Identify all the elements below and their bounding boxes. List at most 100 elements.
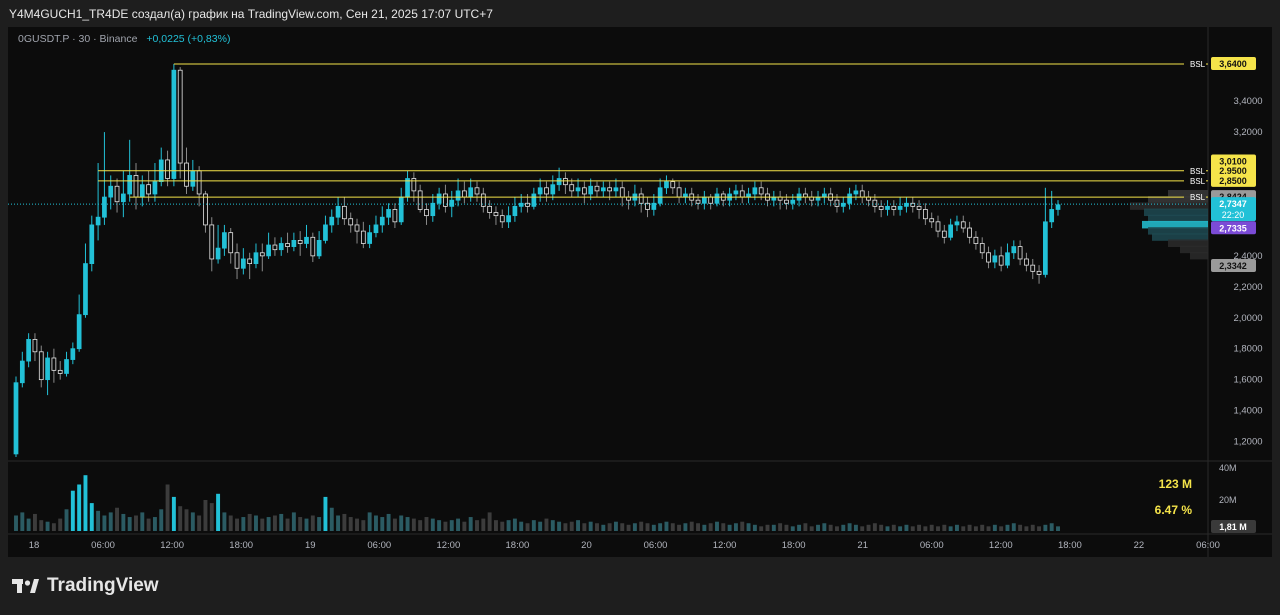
x-tick-label: 18:00 xyxy=(782,540,806,551)
volume-bar xyxy=(342,513,347,531)
volume-bar xyxy=(487,512,492,531)
candle-body xyxy=(228,232,234,254)
volume-bar xyxy=(595,523,599,531)
candle-body xyxy=(619,187,625,198)
volume-bar xyxy=(96,510,101,531)
volume-bar xyxy=(601,524,606,531)
volume-bar xyxy=(127,517,132,531)
candle-body xyxy=(76,314,82,350)
y-tick-label: 1,8000 xyxy=(1233,344,1262,355)
candle-body xyxy=(499,215,505,223)
x-tick-label: 22 xyxy=(1134,540,1145,551)
volume-bar xyxy=(910,526,915,531)
x-tick-label: 06:00 xyxy=(920,540,944,551)
candle-body xyxy=(600,187,606,192)
volume-bar xyxy=(165,484,170,531)
chart-area[interactable]: 3,4000 3,2000 2,4000 2,2000 2,0000 1,8000 1,60… xyxy=(8,27,1272,557)
volume-bar xyxy=(519,521,524,531)
candle-body xyxy=(291,239,297,247)
volume-bar xyxy=(361,520,366,531)
volume-bar xyxy=(765,524,770,531)
candle-body xyxy=(891,205,897,210)
y-tick-label: 1,6000 xyxy=(1233,375,1262,386)
candle-body xyxy=(506,215,511,223)
volume-bar xyxy=(171,496,176,531)
volume-bar xyxy=(525,523,530,531)
candle-body xyxy=(417,190,423,210)
candle-body xyxy=(114,185,120,203)
candle-body xyxy=(272,244,278,251)
volume-bar xyxy=(784,524,789,531)
price-change: +0,0225 (+0,83%) xyxy=(146,33,231,45)
candle-body xyxy=(51,357,57,371)
volume-bar xyxy=(386,513,391,531)
candle-body xyxy=(664,181,669,189)
volume-bar xyxy=(367,512,372,531)
volume-bar xyxy=(51,523,56,531)
candle-body xyxy=(929,218,935,223)
candle-body xyxy=(165,159,170,179)
volume-bar xyxy=(83,475,88,531)
tradingview-logo[interactable]: TradingView xyxy=(11,575,159,597)
candle-body xyxy=(304,236,309,244)
volume-bar xyxy=(803,523,808,531)
bsl-label: BSL xyxy=(1190,167,1206,176)
candle-body xyxy=(247,258,253,265)
volume-bar xyxy=(26,518,31,531)
volume-bar xyxy=(152,517,157,531)
candle-body xyxy=(310,236,316,257)
brand-name: TradingView xyxy=(47,575,159,596)
volume-bar xyxy=(626,524,631,531)
volume-bar xyxy=(348,517,353,531)
volume-bar xyxy=(715,521,719,531)
volume-bar xyxy=(891,524,896,531)
volume-bar xyxy=(380,517,385,531)
volume-bar xyxy=(247,513,252,531)
volume-bar xyxy=(771,524,776,531)
price-chart[interactable]: 3,40003,20002,40002,20002,00001,80001,60… xyxy=(8,27,1272,557)
candle-body xyxy=(657,187,663,204)
volume-bar xyxy=(1018,524,1023,531)
price-tag-label: 3,0100 xyxy=(1219,156,1247,166)
volume-bar xyxy=(392,518,397,531)
candle-body xyxy=(329,216,335,226)
candle-body xyxy=(278,243,284,251)
candle-body xyxy=(973,236,979,244)
candle-body xyxy=(184,162,189,187)
volume-bar xyxy=(254,515,258,531)
candle-body xyxy=(348,218,354,226)
volume-bar xyxy=(588,521,593,531)
candle-body xyxy=(430,202,436,217)
x-tick-label: 12:00 xyxy=(160,540,184,551)
y-tick-label: 1,4000 xyxy=(1233,406,1262,417)
bsl-label: BSL xyxy=(1190,177,1206,186)
candle-body xyxy=(335,205,341,218)
candle-body xyxy=(1017,246,1023,260)
candle-body xyxy=(948,224,954,238)
volume-bar xyxy=(670,523,675,531)
candle-body xyxy=(83,263,88,316)
x-tick-label: 20 xyxy=(581,540,592,551)
volume-bar xyxy=(841,524,846,531)
header-bar: Y4M4GUCH1_TR4DE создал(а) график на Trad… xyxy=(0,0,1280,26)
candle-body xyxy=(209,224,215,260)
bsl-label: BSL xyxy=(1190,193,1206,202)
candle-body xyxy=(582,187,587,195)
candle-body xyxy=(986,252,991,263)
volume-bar xyxy=(929,524,934,531)
volume-bar xyxy=(159,509,164,531)
candle-body xyxy=(834,199,840,207)
volume-bar xyxy=(115,507,120,531)
volume-bar xyxy=(658,523,663,531)
x-tick-label: 12:00 xyxy=(436,540,460,551)
volume-bar xyxy=(32,513,37,531)
candle-body xyxy=(878,205,884,210)
candle-body xyxy=(638,193,644,204)
volume-bar xyxy=(999,526,1004,531)
volume-bar xyxy=(475,520,479,531)
candle-body xyxy=(1005,252,1010,266)
volume-bar xyxy=(828,524,833,531)
volume-bar xyxy=(424,517,429,531)
candle-body xyxy=(240,258,246,269)
candle-body xyxy=(954,221,960,226)
